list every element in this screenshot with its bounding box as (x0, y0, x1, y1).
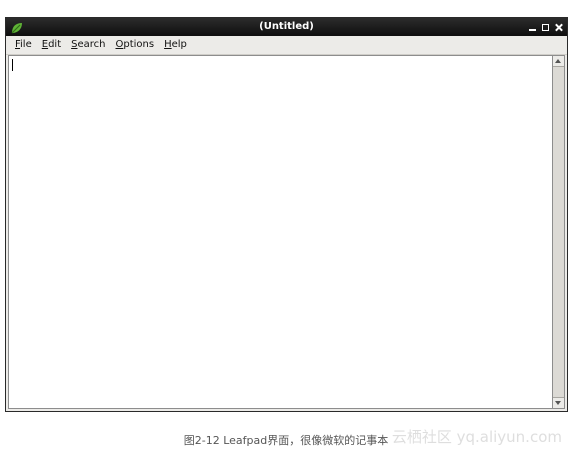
menu-edit[interactable]: Edit (38, 38, 65, 52)
arrow-up-icon (555, 59, 561, 63)
menu-search[interactable]: Search (67, 38, 109, 52)
text-caret (12, 59, 13, 71)
leafpad-window: (Untitled) File Edit Search Options Help (5, 17, 568, 412)
maximize-icon[interactable] (542, 22, 550, 32)
menu-file[interactable]: File (11, 38, 36, 52)
vertical-scrollbar[interactable] (552, 55, 565, 409)
menu-options[interactable]: Options (112, 38, 159, 52)
arrow-down-icon (555, 401, 561, 405)
text-editor-area[interactable] (8, 55, 552, 409)
menu-bar: File Edit Search Options Help (6, 36, 567, 55)
scroll-up-button[interactable] (553, 56, 564, 67)
scroll-down-button[interactable] (553, 397, 564, 408)
title-bar[interactable]: (Untitled) (6, 18, 567, 36)
menu-help[interactable]: Help (160, 38, 191, 52)
window-title: (Untitled) (259, 21, 314, 32)
minimize-icon[interactable] (529, 22, 537, 32)
watermark: 云栖社区 yq.aliyun.com (391, 428, 562, 446)
close-icon[interactable] (555, 22, 563, 32)
